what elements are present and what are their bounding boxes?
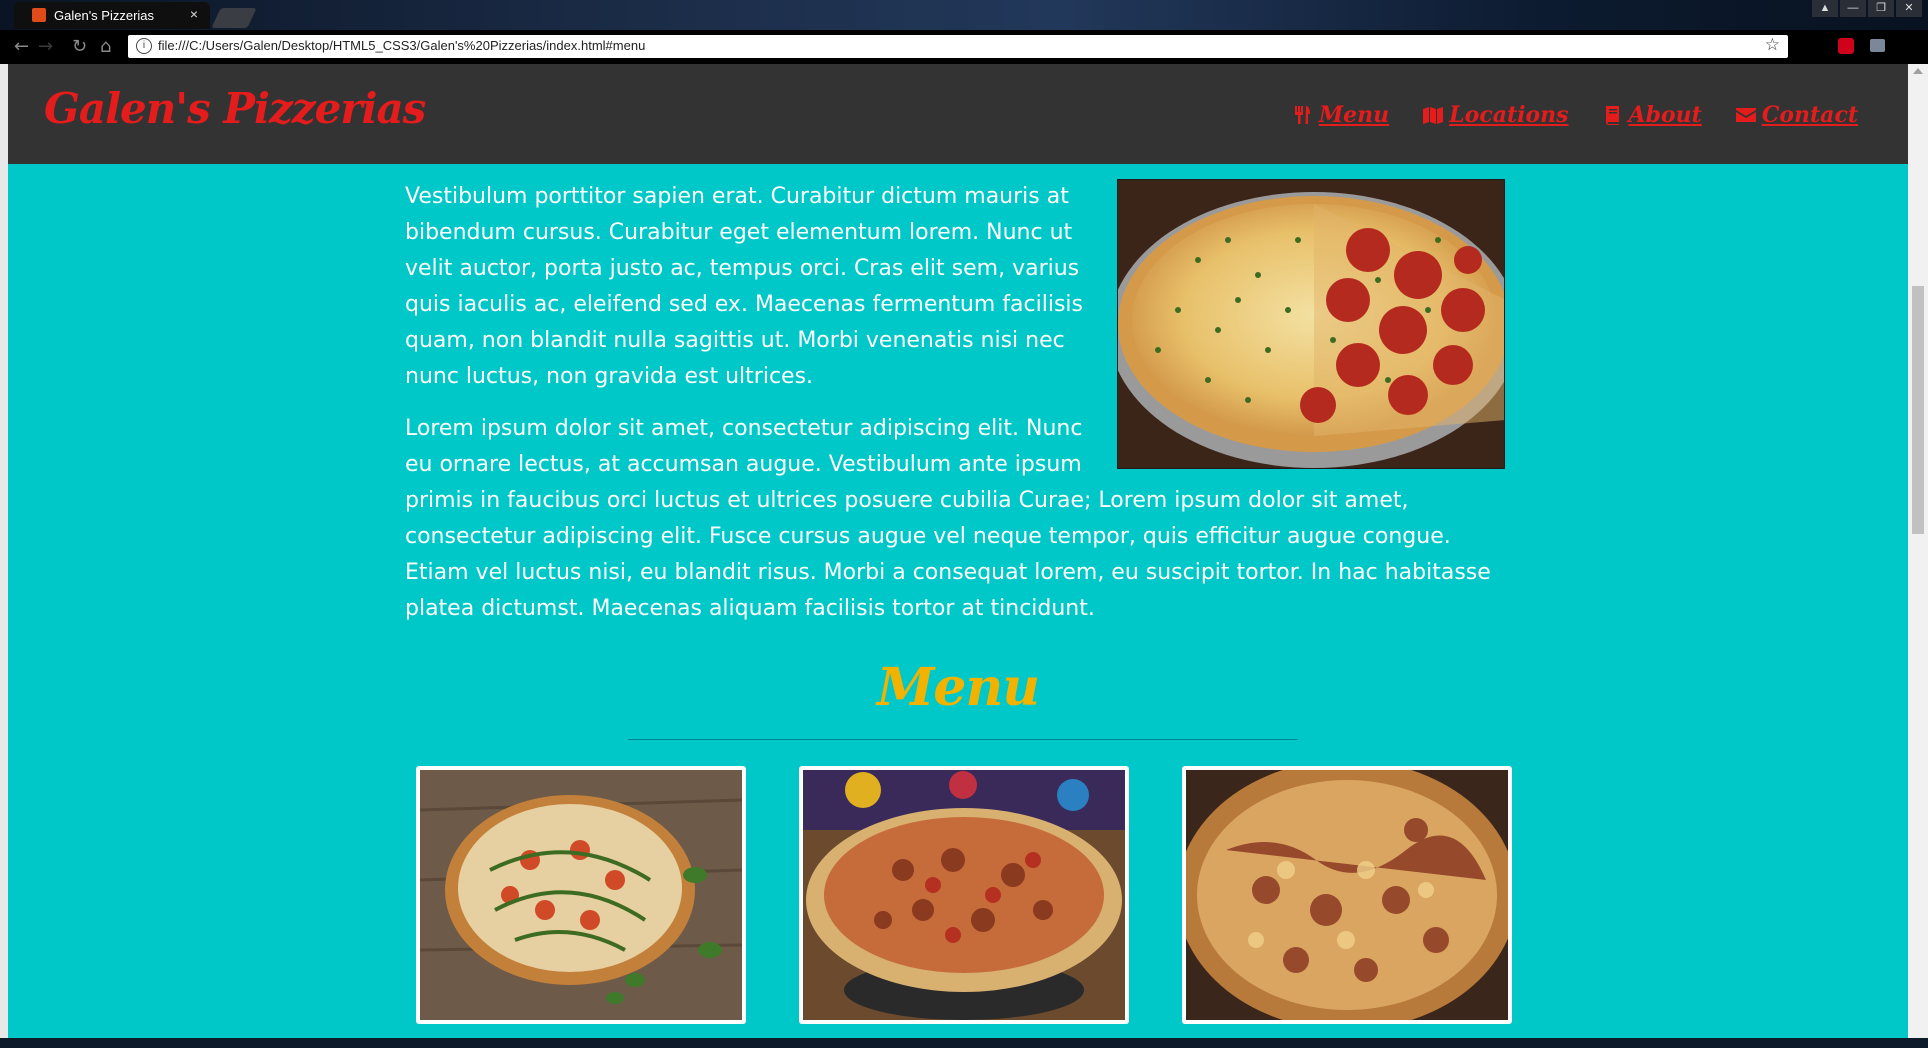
hero-pizza-image: [1117, 179, 1505, 469]
close-window-button[interactable]: ✕: [1896, 0, 1922, 17]
map-icon: [1423, 107, 1444, 124]
nav-contact-link[interactable]: Contact: [1735, 102, 1858, 128]
about-section: Vestibulum porttitor sapien erat. Curabi…: [405, 179, 1505, 643]
bbq-pizza-image: [1186, 770, 1508, 1020]
nav-contact-label: Contact: [1761, 102, 1858, 128]
home-icon[interactable]: ⌂: [100, 36, 111, 57]
os-taskbar: [0, 1038, 1928, 1048]
meat-lovers-pizza-image: [803, 770, 1125, 1020]
browser-tab[interactable]: Galen's Pizzerias ×: [14, 2, 210, 29]
main-nav: Menu Locations About Contact: [1293, 102, 1858, 128]
envelope-icon: [1735, 108, 1756, 122]
favicon-icon: [32, 8, 46, 22]
address-url[interactable]: file:///C:/Users/Galen/Desktop/HTML5_CSS…: [158, 38, 645, 53]
extension-icon[interactable]: [1838, 38, 1854, 54]
book-icon: [1605, 106, 1619, 125]
page-scrollbar[interactable]: [1908, 64, 1928, 1038]
back-icon[interactable]: ←: [14, 36, 29, 57]
menu-card-meat[interactable]: [799, 766, 1129, 1024]
site-header: Galen's Pizzerias Menu Locations About C…: [8, 64, 1908, 164]
address-bar[interactable]: i file:///C:/Users/Galen/Desktop/HTML5_C…: [128, 35, 1788, 58]
menu-cards: [416, 766, 1512, 1026]
pizza-photo: [1118, 180, 1504, 468]
menu-heading: Menu: [876, 657, 1040, 718]
page-viewport: Galen's Pizzerias Menu Locations About C…: [8, 64, 1908, 1038]
nav-about-link[interactable]: About: [1603, 102, 1702, 128]
tab-strip: Galen's Pizzerias × ▲ — ❐ ✕: [0, 0, 1928, 30]
user-icon[interactable]: ▲: [1812, 0, 1838, 17]
nav-menu-link[interactable]: Menu: [1293, 102, 1389, 128]
close-tab-icon[interactable]: ×: [190, 6, 198, 22]
scrollbar-thumb[interactable]: [1912, 286, 1924, 534]
window-left-edge: [0, 64, 8, 1048]
nav-locations-link[interactable]: Locations: [1423, 102, 1569, 128]
nav-locations-label: Locations: [1449, 102, 1569, 128]
restore-button[interactable]: ❐: [1868, 0, 1894, 17]
nav-menu-label: Menu: [1318, 102, 1390, 128]
menu-card-margherita[interactable]: [416, 766, 746, 1024]
info-icon[interactable]: i: [136, 38, 152, 54]
menu-divider: [628, 739, 1298, 740]
tab-title: Galen's Pizzerias: [54, 8, 155, 23]
menu-card-bbq[interactable]: [1182, 766, 1512, 1024]
minimize-button[interactable]: —: [1840, 0, 1866, 17]
window-controls: ▲ — ❐ ✕: [1812, 0, 1922, 18]
extension-icon[interactable]: [1870, 39, 1885, 52]
utensils-icon: [1294, 106, 1310, 124]
scroll-up-arrow-icon[interactable]: [1913, 68, 1923, 74]
reload-icon[interactable]: ↻: [72, 36, 87, 57]
nav-about-label: About: [1628, 102, 1702, 128]
bookmark-star-icon[interactable]: ☆: [1765, 35, 1780, 55]
browser-chrome: Galen's Pizzerias × ▲ — ❐ ✕ ← → ↻ ⌂ i fi…: [0, 0, 1928, 64]
site-brand[interactable]: Galen's Pizzerias: [44, 84, 426, 133]
margherita-pizza-image: [420, 770, 742, 1020]
new-tab-button[interactable]: [211, 8, 257, 28]
forward-icon[interactable]: →: [38, 36, 53, 57]
